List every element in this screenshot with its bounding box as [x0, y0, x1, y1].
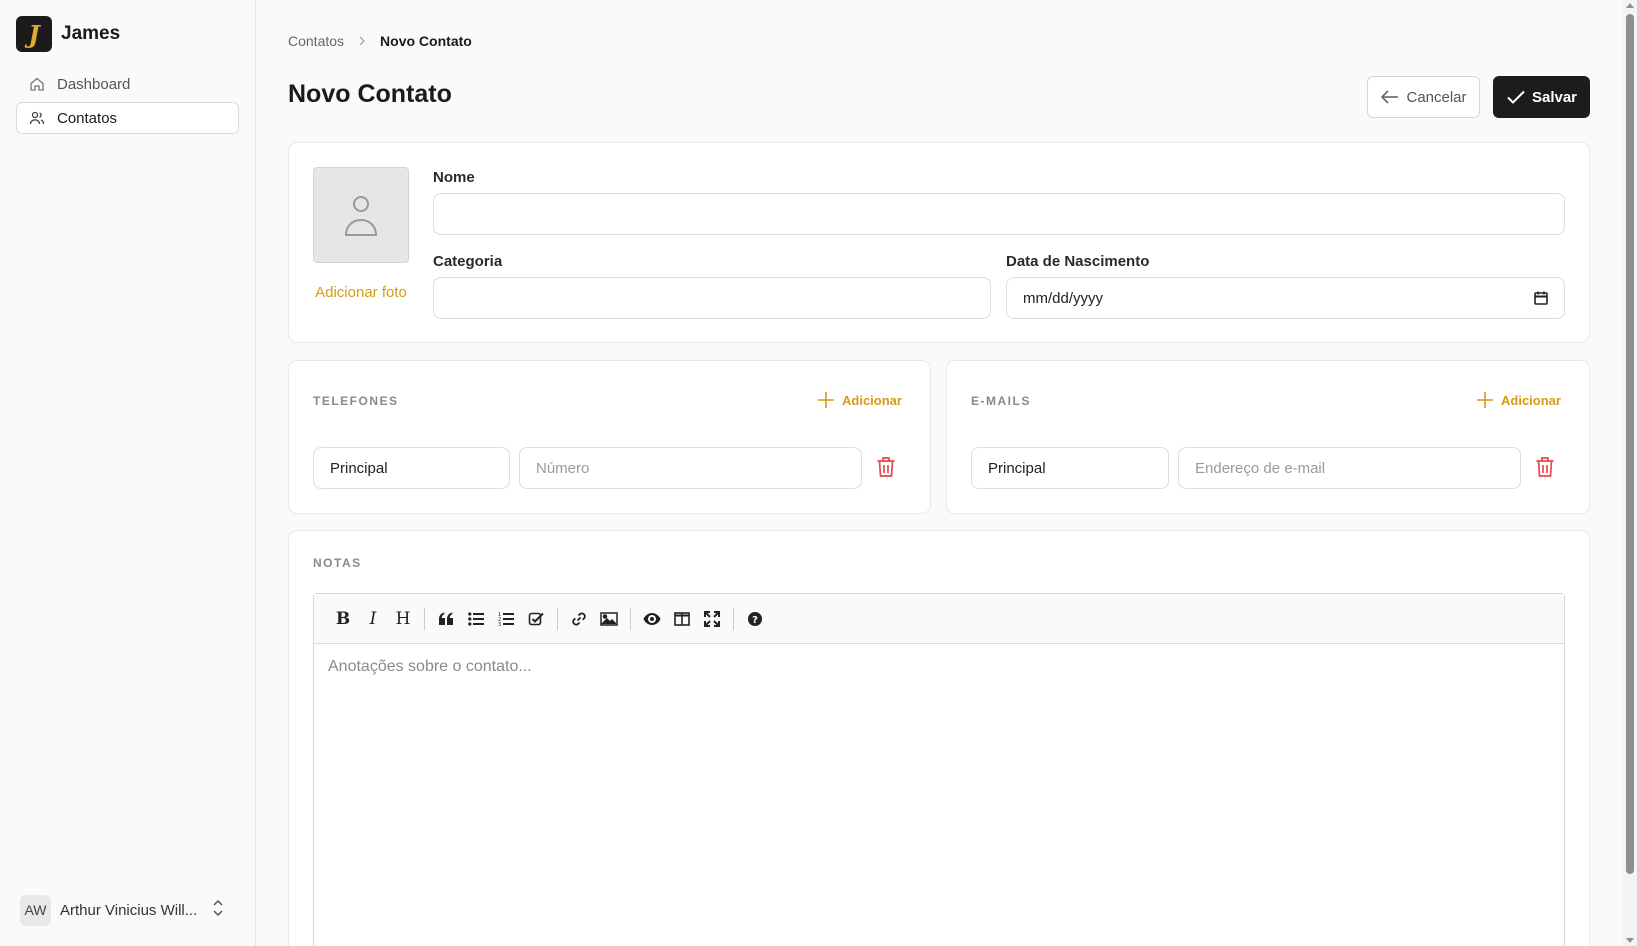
sidebar-item-label: Dashboard [57, 75, 131, 93]
page-scrollbar[interactable] [1623, 0, 1637, 946]
scroll-thumb[interactable] [1626, 14, 1634, 874]
sidebar: J James Dashboard Contatos AW Arthur Vin… [0, 0, 256, 946]
save-button[interactable]: Salvar [1493, 76, 1590, 118]
save-button-label: Salvar [1531, 88, 1578, 106]
user-name: Arthur Vinicius Will... [60, 901, 198, 919]
help-icon[interactable]: ? [740, 604, 770, 634]
add-photo-link[interactable]: Adicionar foto [313, 284, 409, 301]
user-icon [344, 196, 378, 236]
photo-placeholder[interactable] [313, 167, 409, 263]
svg-text:3: 3 [498, 622, 501, 627]
cancel-button[interactable]: Cancelar [1367, 76, 1480, 118]
emails-title: E-MAILS [971, 394, 1031, 408]
phones-card: TELEFONES Adicionar Principal Número [288, 360, 931, 514]
emails-card: E-MAILS Adicionar Principal Endereço de … [946, 360, 1590, 514]
preview-eye-icon[interactable] [637, 604, 667, 634]
unordered-list-icon[interactable] [461, 604, 491, 634]
app-logo: J [16, 16, 52, 52]
trash-icon[interactable] [1534, 455, 1556, 479]
scroll-up-arrow-icon[interactable] [1626, 3, 1634, 8]
sidebar-item-dashboard[interactable]: Dashboard [16, 68, 239, 100]
avatar: AW [20, 894, 51, 926]
svg-text:?: ? [752, 615, 758, 626]
profile-card: Adicionar foto Nome Categoria Data de Na… [288, 142, 1590, 343]
sidebar-item-contatos[interactable]: Contatos [16, 102, 239, 134]
plus-icon [1477, 392, 1493, 408]
image-icon[interactable] [594, 604, 624, 634]
chevron-right-icon [358, 36, 366, 46]
notes-textarea[interactable]: Anotações sobre o contato... [314, 644, 1564, 690]
checklist-icon[interactable] [521, 604, 551, 634]
birth-date-value: mm/dd/yyyy [1023, 289, 1104, 307]
link-icon[interactable] [564, 604, 594, 634]
email-address-input[interactable]: Endereço de e-mail [1178, 447, 1521, 489]
name-label: Nome [433, 169, 475, 186]
category-label: Categoria [433, 253, 503, 270]
plus-icon [818, 392, 834, 408]
category-input[interactable] [433, 277, 991, 319]
toolbar-divider [557, 607, 558, 630]
add-phone-button[interactable]: Adicionar [817, 391, 902, 409]
toolbar-divider [424, 607, 425, 630]
brand[interactable]: J James [16, 16, 120, 52]
chevron-up-down-icon [211, 899, 225, 922]
phone-number-input[interactable]: Número [519, 447, 862, 489]
breadcrumb-link-contatos[interactable]: Contatos [288, 33, 344, 49]
editor-toolbar: B I H 123 ? [314, 594, 1564, 644]
app-name: James [61, 23, 121, 44]
user-menu[interactable]: AW Arthur Vinicius Will... [20, 894, 235, 926]
scroll-down-arrow-icon[interactable] [1626, 938, 1634, 943]
heading-icon[interactable]: H [388, 604, 418, 634]
birth-date-label: Data de Nascimento [1006, 253, 1150, 270]
check-icon [1507, 90, 1525, 104]
cancel-button-label: Cancelar [1406, 88, 1467, 106]
quote-icon[interactable] [431, 604, 461, 634]
phone-type-select[interactable]: Principal [313, 447, 510, 489]
notes-card: NOTAS B I H 123 ? Anotações sobre o cont… [288, 530, 1590, 946]
email-type-select[interactable]: Principal [971, 447, 1169, 489]
trash-icon[interactable] [875, 455, 897, 479]
notes-title: NOTAS [313, 556, 362, 570]
sidebar-item-label: Contatos [57, 109, 118, 127]
users-icon [29, 110, 45, 126]
markdown-editor: B I H 123 ? Anotações sobre o contato... [313, 593, 1565, 946]
name-input[interactable] [433, 193, 1565, 235]
add-phone-label: Adicionar [842, 392, 902, 408]
italic-icon[interactable]: I [358, 604, 388, 634]
toolbar-divider [733, 607, 734, 630]
bold-icon[interactable]: B [328, 604, 358, 634]
birth-date-input[interactable]: mm/dd/yyyy [1006, 277, 1565, 319]
calendar-icon[interactable] [1534, 291, 1548, 309]
fullscreen-icon[interactable] [697, 604, 727, 634]
breadcrumb: Contatos Novo Contato [288, 33, 472, 49]
home-icon [29, 76, 45, 92]
add-email-button[interactable]: Adicionar [1476, 391, 1561, 409]
page-title: Novo Contato [288, 80, 452, 108]
ordered-list-icon[interactable]: 123 [491, 604, 521, 634]
phones-title: TELEFONES [313, 394, 399, 408]
side-by-side-icon[interactable] [667, 604, 697, 634]
add-email-label: Adicionar [1501, 392, 1561, 408]
arrow-left-icon [1381, 90, 1399, 104]
toolbar-divider [630, 607, 631, 630]
breadcrumb-current: Novo Contato [380, 33, 472, 49]
